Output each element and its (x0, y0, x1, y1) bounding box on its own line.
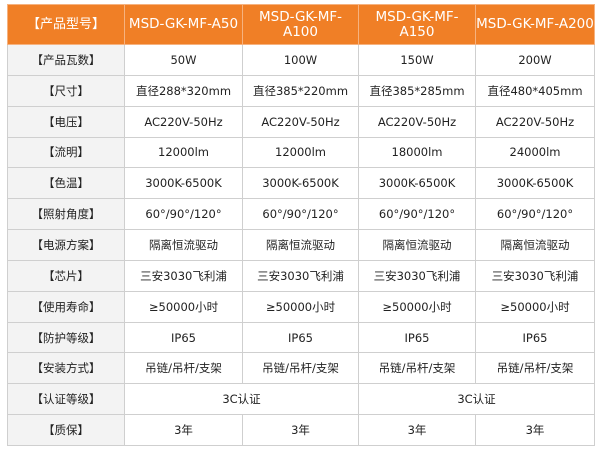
table-cell: ≥50000小时 (475, 290, 595, 323)
table-cell: 150W (358, 44, 476, 76)
table-cell: 隔离恒流驱动 (475, 229, 595, 261)
spec-sheet: 【产品型号】 MSD-GK-MF-A50 MSD-GK-MF-A100 MSD-… (0, 0, 600, 450)
model-header: MSD-GK-MF-A50 (124, 4, 243, 45)
table-cell: 三安3030飞利浦 (358, 259, 476, 292)
table-cell: 18000lm (358, 136, 476, 169)
table-cell: 3000K-6500K (124, 167, 243, 200)
row-label: 【安装方式】 (7, 352, 125, 385)
table-cell: IP65 (124, 321, 243, 354)
table-cell: 吊链/吊杆/支架 (358, 352, 476, 385)
row-label: 【质保】 (7, 414, 125, 446)
model-header: MSD-GK-MF-A100 (242, 4, 359, 45)
table-row: 【防护等级】 IP65 IP65 IP65 IP65 (7, 321, 595, 354)
row-label: 【防护等级】 (7, 321, 125, 354)
table-cell: IP65 (358, 321, 476, 354)
table-cell: 3000K-6500K (475, 167, 595, 200)
table-cell: AC220V-50Hz (242, 105, 359, 138)
row-label: 【芯片】 (7, 259, 125, 292)
table-cell: 60°/90°/120° (124, 198, 243, 231)
table-cell: AC220V-50Hz (358, 105, 476, 138)
header-row: 【产品型号】 MSD-GK-MF-A50 MSD-GK-MF-A100 MSD-… (7, 4, 595, 45)
table-row: 【安装方式】 吊链/吊杆/支架 吊链/吊杆/支架 吊链/吊杆/支架 吊链/吊杆/支架 (7, 352, 595, 385)
table-cell: 吊链/吊杆/支架 (242, 352, 359, 385)
table-cell: ≥50000小时 (242, 290, 359, 323)
table-cell: 三安3030飞利浦 (242, 259, 359, 292)
table-row: 【使用寿命】 ≥50000小时 ≥50000小时 ≥50000小时 ≥50000小时 (7, 290, 595, 323)
row-label: 【色温】 (7, 167, 125, 200)
table-cell: 隔离恒流驱动 (242, 229, 359, 261)
header-label: 【产品型号】 (7, 4, 125, 45)
row-label: 【产品瓦数】 (7, 44, 125, 76)
table-cell: 12000lm (242, 136, 359, 169)
table-cell: IP65 (242, 321, 359, 354)
row-label: 【尺寸】 (7, 74, 125, 107)
spec-body: 【产品瓦数】 50W 100W 150W 200W 【尺寸】 直径288*320mm 直径38… (7, 44, 595, 446)
table-row: 【色温】 3000K-6500K 3000K-6500K 3000K-6500K 300… (7, 167, 595, 200)
table-cell: 3年 (358, 414, 476, 446)
table-row: 【照射角度】 60°/90°/120° 60°/90°/120° 60°/90°/12… (7, 198, 595, 231)
table-cell: 直径385*285mm (358, 74, 476, 107)
model-header: MSD-GK-MF-A150 (358, 4, 476, 45)
table-cell: 24000lm (475, 136, 595, 169)
table-cell: 隔离恒流驱动 (358, 229, 476, 261)
table-cell: 12000lm (124, 136, 243, 169)
row-label: 【流明】 (7, 136, 125, 169)
spec-table: 【产品型号】 MSD-GK-MF-A50 MSD-GK-MF-A100 MSD-… (7, 4, 595, 446)
table-row: 【认证等级】 3C认证 3C认证 (7, 383, 595, 416)
table-cell: 直径480*405mm (475, 74, 595, 107)
table-cell: AC220V-50Hz (475, 105, 595, 138)
table-cell: 60°/90°/120° (358, 198, 476, 231)
table-cell: AC220V-50Hz (124, 105, 243, 138)
table-row: 【电源方案】 隔离恒流驱动 隔离恒流驱动 隔离恒流驱动 隔离恒流驱动 (7, 229, 595, 261)
table-row: 【电压】 AC220V-50Hz AC220V-50Hz AC220V-50Hz AC2… (7, 105, 595, 138)
table-cell: 吊链/吊杆/支架 (124, 352, 243, 385)
table-row: 【芯片】 三安3030飞利浦 三安3030飞利浦 三安3030飞利浦 三安3030飞利浦 (7, 259, 595, 292)
table-row: 【产品瓦数】 50W 100W 150W 200W (7, 44, 595, 76)
table-cell: 3年 (475, 414, 595, 446)
table-cell: ≥50000小时 (358, 290, 476, 323)
row-label: 【使用寿命】 (7, 290, 125, 323)
table-cell: 100W (242, 44, 359, 76)
table-cell: 3年 (242, 414, 359, 446)
table-row: 【流明】 12000lm 12000lm 18000lm 24000lm (7, 136, 595, 169)
row-label: 【电源方案】 (7, 229, 125, 261)
table-row: 【尺寸】 直径288*320mm 直径385*220mm 直径385*285mm 直径4… (7, 74, 595, 107)
table-cell: 3年 (124, 414, 243, 446)
table-cell: 60°/90°/120° (242, 198, 359, 231)
table-row: 【质保】 3年 3年 3年 3年 (7, 414, 595, 446)
row-label: 【照射角度】 (7, 198, 125, 231)
table-cell: IP65 (475, 321, 595, 354)
table-cell: 60°/90°/120° (475, 198, 595, 231)
model-header: MSD-GK-MF-A200 (475, 4, 595, 45)
table-cell: 隔离恒流驱动 (124, 229, 243, 261)
table-cell: 三安3030飞利浦 (475, 259, 595, 292)
table-cell: 直径288*320mm (124, 74, 243, 107)
row-label: 【认证等级】 (7, 383, 125, 416)
table-cell: 50W (124, 44, 243, 76)
table-cell: 3C认证 (124, 383, 359, 416)
table-cell: 三安3030飞利浦 (124, 259, 243, 292)
row-label: 【电压】 (7, 105, 125, 138)
table-cell: 3C认证 (358, 383, 595, 416)
table-cell: 3000K-6500K (358, 167, 476, 200)
table-cell: 直径385*220mm (242, 74, 359, 107)
table-cell: 200W (475, 44, 595, 76)
table-cell: 3000K-6500K (242, 167, 359, 200)
table-cell: 吊链/吊杆/支架 (475, 352, 595, 385)
table-cell: ≥50000小时 (124, 290, 243, 323)
